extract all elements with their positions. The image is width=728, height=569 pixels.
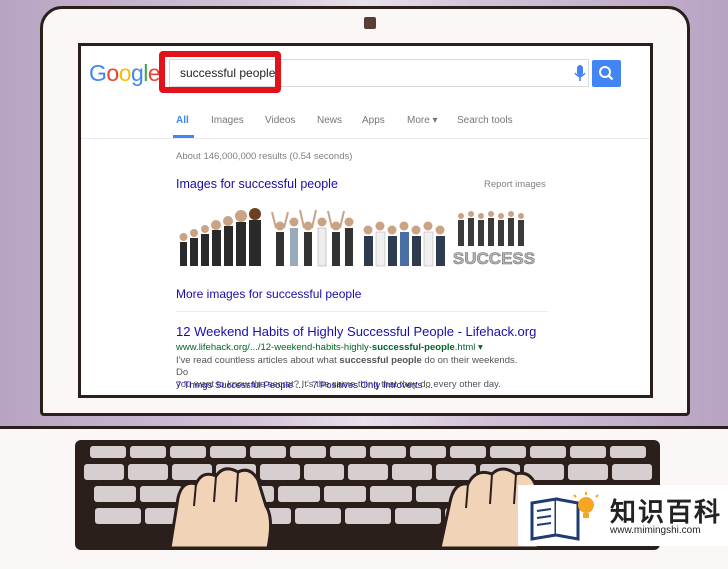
logo-letter: g	[130, 60, 144, 86]
success-image-text: SUCCESS	[453, 249, 535, 268]
tab-more[interactable]: More ▾	[407, 115, 438, 126]
tab-videos[interactable]: Videos	[265, 115, 295, 126]
keyboard-key[interactable]	[409, 446, 446, 458]
keyboard-key[interactable]	[449, 446, 486, 458]
keyboard-key[interactable]	[129, 446, 166, 458]
keyboard-key[interactable]	[169, 446, 206, 458]
report-images-link[interactable]: Report images	[484, 179, 546, 190]
more-images-link[interactable]: More images for successful people	[176, 287, 361, 301]
browser-screen: Google successful people All Images Vide…	[78, 43, 653, 398]
keyboard-key[interactable]	[289, 446, 326, 458]
laptop-lid: Google successful people All Images Vide…	[40, 6, 690, 416]
result-url[interactable]: www.lifehack.org/.../12-weekend-habits-h…	[176, 342, 483, 353]
keyboard-key[interactable]	[529, 446, 566, 458]
sublink-7-positives[interactable]: 7 Positives Only Introverts ...	[312, 380, 433, 391]
result-title-link[interactable]: 12 Weekend Habits of Highly Successful P…	[176, 324, 536, 339]
logo-letter: G	[89, 60, 107, 86]
result-url-keyword: successful-people	[371, 342, 455, 353]
keyboard-key[interactable]	[329, 446, 366, 458]
tab-search-tools[interactable]: Search tools	[457, 115, 513, 126]
keyboard-key[interactable]	[369, 446, 406, 458]
search-highlight-annotation	[159, 51, 281, 93]
image-thumbnail-celebrating	[269, 206, 357, 274]
snippet-keyword: successful people	[339, 355, 422, 366]
keyboard-key[interactable]	[609, 446, 646, 458]
snippet-text: I've read countless articles about what	[176, 355, 340, 366]
sublink-separator: ·	[303, 380, 313, 391]
image-thumbnail-crowd	[176, 206, 266, 274]
logo-letter: o	[106, 60, 119, 86]
keyboard-key[interactable]	[209, 446, 246, 458]
tab-news[interactable]: News	[317, 115, 342, 126]
watermark-badge: 知识百科 www.mimingshi.com	[518, 485, 728, 546]
image-results-strip[interactable]: SUCCESS	[176, 206, 536, 274]
image-thumbnail-team	[360, 206, 450, 274]
microphone-icon[interactable]	[573, 65, 587, 83]
search-icon	[599, 66, 614, 81]
tab-images[interactable]: Images	[211, 115, 244, 126]
keyboard-key[interactable]	[94, 508, 141, 524]
keyboard-key[interactable]	[489, 446, 526, 458]
book-lightbulb-icon	[530, 492, 599, 541]
result-url-prefix: www.lifehack.org/.../12-weekend-habits-h…	[176, 342, 372, 353]
watermark-url: www.mimingshi.com	[610, 525, 701, 536]
google-logo[interactable]: Google	[89, 60, 161, 87]
search-button[interactable]	[592, 60, 621, 87]
section-divider	[176, 311, 548, 312]
result-sublinks: 7 Things Successful People ... · 7 Posit…	[176, 380, 433, 391]
watermark-title: 知识百科	[610, 497, 723, 527]
keyboard-key[interactable]	[89, 446, 126, 458]
sublink-7-things[interactable]: 7 Things Successful People ...	[176, 380, 304, 391]
result-url-suffix: .html ▾	[454, 342, 483, 353]
active-tab-indicator	[173, 135, 194, 138]
tab-apps[interactable]: Apps	[362, 115, 385, 126]
keyboard-key[interactable]	[249, 446, 286, 458]
image-thumbnail-success: SUCCESS	[453, 206, 536, 274]
keyboard-key[interactable]	[93, 486, 136, 502]
tab-all[interactable]: All	[176, 115, 189, 126]
images-section-title[interactable]: Images for successful people	[176, 177, 338, 191]
results-count: About 146,000,000 results (0.54 seconds)	[176, 151, 353, 162]
keyboard-key[interactable]	[569, 446, 606, 458]
google-header: Google successful people	[81, 46, 650, 98]
logo-letter: o	[118, 60, 132, 86]
keyboard-key[interactable]	[83, 464, 124, 480]
left-hand-icon	[168, 467, 273, 548]
webcam	[364, 17, 376, 29]
search-tabs: All Images Videos News Apps More ▾ Searc…	[81, 98, 650, 139]
